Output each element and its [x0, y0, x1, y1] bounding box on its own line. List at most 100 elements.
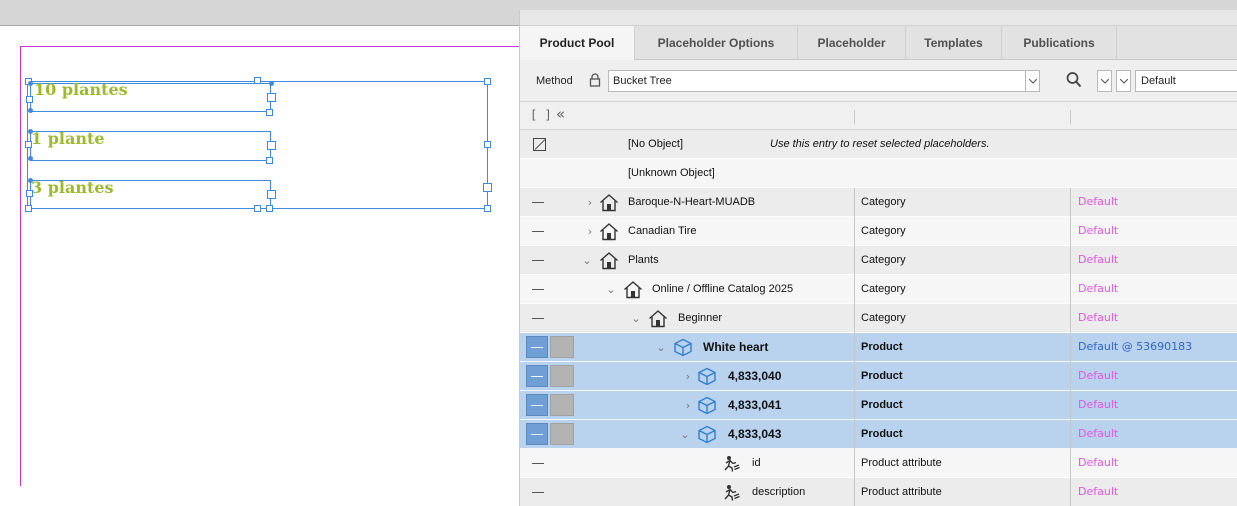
row-name: Online / Offline Catalog 2025 [652, 283, 794, 295]
tab-templates[interactable]: Templates [906, 26, 1002, 60]
resize-handle[interactable] [254, 205, 261, 212]
anchor-dot[interactable] [28, 156, 33, 161]
tree-row[interactable]: ⌄ Plants Category Default [520, 246, 1237, 275]
row-name: Beginner [678, 312, 723, 324]
cell-separator [1070, 449, 1071, 478]
cell-separator [854, 420, 855, 449]
resize-handle[interactable] [266, 109, 273, 116]
resize-handle[interactable] [484, 78, 491, 85]
plant-text-3[interactable]: 3 plantes [31, 178, 114, 197]
page-border [20, 46, 519, 47]
cell-separator [854, 362, 855, 391]
row-type: Category [861, 196, 906, 208]
home-icon [599, 193, 619, 212]
resize-handle[interactable] [266, 157, 273, 164]
resize-handle[interactable] [267, 93, 276, 102]
status-button[interactable] [550, 423, 574, 445]
resize-handle[interactable] [484, 141, 491, 148]
method-select[interactable]: Bucket Tree [608, 70, 1040, 92]
tree-row-selected[interactable]: › 4,833,041 Product Default [520, 391, 1237, 420]
status-button[interactable] [526, 365, 548, 387]
chevron-right-icon[interactable]: › [585, 225, 595, 238]
status-button[interactable] [550, 394, 574, 416]
tab-publications[interactable]: Publications [1002, 26, 1117, 60]
row-type: Product [861, 341, 903, 353]
resize-handle[interactable] [26, 190, 33, 197]
column-separator[interactable] [854, 110, 855, 124]
dash-icon [532, 260, 544, 261]
tree-row[interactable]: ⌄ Beginner Category Default [520, 304, 1237, 333]
panel-tabs: Product Pool Placeholder Options Placeho… [520, 26, 1237, 61]
resize-handle[interactable] [484, 205, 491, 212]
row-name: 4,833,043 [728, 427, 782, 441]
tab-product-pool[interactable]: Product Pool [520, 26, 635, 61]
status-button[interactable] [526, 423, 548, 445]
row-publication: Default [1078, 311, 1119, 324]
publication-dropdown-button[interactable] [1116, 70, 1131, 92]
tree-row-selected[interactable]: › 4,833,040 Product Default [520, 362, 1237, 391]
chevron-down-icon [1120, 79, 1128, 84]
resize-handle[interactable] [26, 96, 33, 103]
tree-row[interactable]: description Product attribute Default [520, 478, 1237, 506]
resize-handle[interactable] [267, 141, 276, 150]
resize-handle[interactable] [25, 141, 32, 148]
brackets-icon[interactable]: [ ] [530, 108, 552, 122]
status-button[interactable] [550, 336, 574, 358]
tree-row-selected[interactable]: ⌄ White heart Product Default @ 53690183 [520, 333, 1237, 362]
tree-row[interactable]: › Baroque-N-Heart-MUADB Category Default [520, 188, 1237, 217]
tree-row[interactable]: id Product attribute Default [520, 449, 1237, 478]
anchor-dot[interactable] [269, 81, 274, 86]
plant-text-1[interactable]: 10 plantes [34, 80, 128, 99]
cell-separator [854, 188, 855, 217]
chevron-down-icon[interactable]: ⌄ [656, 341, 666, 354]
dash-icon [532, 492, 544, 493]
panel-grip[interactable] [520, 10, 1237, 26]
tree-row-unknown-object[interactable]: [Unknown Object] [520, 159, 1237, 188]
tree-row-no-object[interactable]: [No Object] Use this entry to reset sele… [520, 130, 1237, 159]
row-publication: Default [1078, 427, 1119, 440]
resize-handle[interactable] [267, 190, 276, 199]
row-note: Use this entry to reset selected placeho… [770, 138, 990, 150]
status-button[interactable] [550, 365, 574, 387]
anchor-dot[interactable] [28, 178, 33, 183]
attribute-icon [722, 483, 742, 502]
chevron-down-icon[interactable]: ⌄ [606, 283, 616, 296]
collapse-all-icon[interactable]: « [556, 105, 565, 123]
cell-separator [1070, 217, 1071, 246]
lock-icon[interactable] [589, 73, 601, 87]
status-button[interactable] [526, 336, 548, 358]
chevron-right-icon[interactable]: › [585, 196, 595, 209]
home-icon [599, 222, 619, 241]
resize-handle[interactable] [254, 77, 261, 84]
chevron-down-icon[interactable]: ⌄ [582, 254, 592, 267]
chevron-right-icon[interactable]: › [683, 370, 693, 383]
publication-select[interactable]: Default [1135, 70, 1237, 92]
tab-placeholder-options[interactable]: Placeholder Options [635, 26, 798, 60]
cell-separator [854, 275, 855, 304]
plant-text-2[interactable]: 1 plante [31, 129, 105, 148]
anchor-dot[interactable] [28, 129, 33, 134]
tree-row[interactable]: ⌄ Online / Offline Catalog 2025 Category… [520, 275, 1237, 304]
method-dropdown-button[interactable] [1025, 70, 1040, 92]
anchor-dot[interactable] [28, 108, 33, 113]
anchor-dot[interactable] [28, 81, 33, 86]
column-separator[interactable] [1070, 110, 1071, 124]
method-bar: Method Bucket Tree Default [520, 60, 1237, 102]
status-button[interactable] [526, 394, 548, 416]
resize-handle[interactable] [25, 205, 32, 212]
resize-handle[interactable] [483, 183, 492, 192]
chevron-right-icon[interactable]: › [683, 399, 693, 412]
tree-row[interactable]: › Canadian Tire Category Default [520, 217, 1237, 246]
tab-placeholder[interactable]: Placeholder [798, 26, 906, 60]
row-type: Product [861, 399, 903, 411]
dash-icon [532, 231, 544, 232]
resize-handle[interactable] [266, 205, 273, 212]
filter-dropdown-button[interactable] [1097, 70, 1112, 92]
row-type: Category [861, 225, 906, 237]
chevron-down-icon[interactable]: ⌄ [680, 428, 690, 441]
tree-row-selected[interactable]: ⌄ 4,833,043 Product Default [520, 420, 1237, 449]
chevron-down-icon[interactable]: ⌄ [631, 312, 641, 325]
cell-separator [1070, 304, 1071, 333]
search-icon[interactable] [1066, 71, 1082, 89]
cell-separator [1070, 362, 1071, 391]
